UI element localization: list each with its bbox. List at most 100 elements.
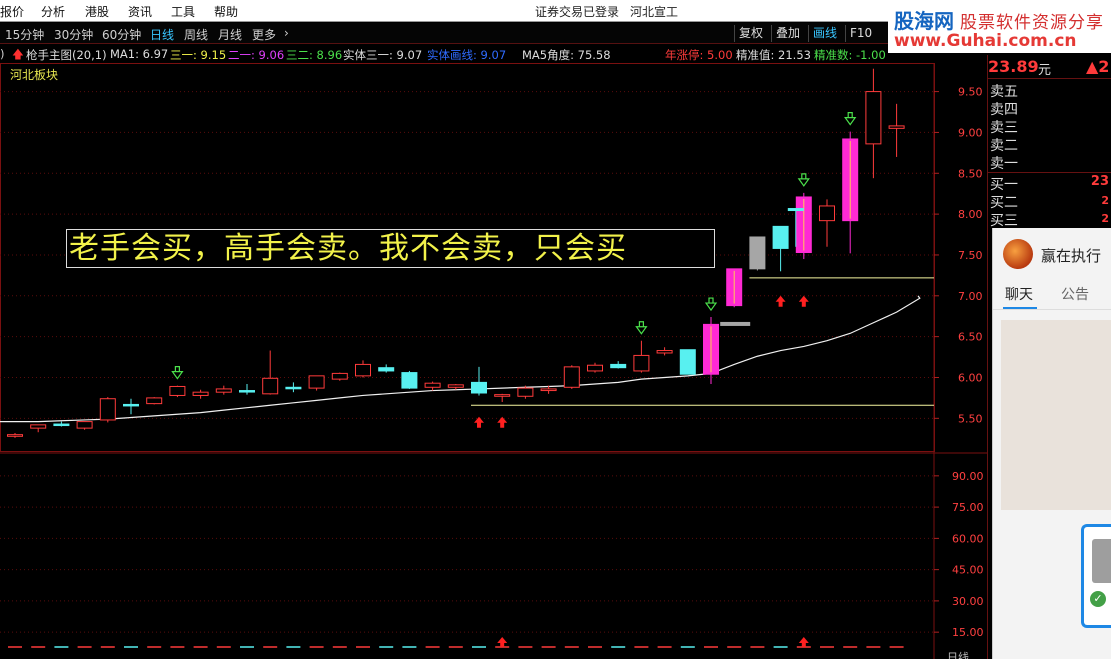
candle: [726, 268, 743, 308]
candle: [192, 389, 209, 399]
candle: [471, 366, 487, 396]
san-er-value: 三二: 8.96: [286, 48, 343, 62]
buy-signal-arrow: [798, 295, 809, 307]
candle-body: [331, 372, 348, 380]
candle: [215, 385, 232, 395]
overlay-button[interactable]: 叠加: [771, 25, 804, 42]
chat-message-area[interactable]: [1001, 320, 1111, 510]
period-30min[interactable]: 30分钟: [54, 26, 93, 43]
price-tick-label: 5.50: [958, 412, 983, 425]
candle: [169, 385, 186, 398]
candle: [424, 381, 441, 391]
adjust-price-button[interactable]: 复权: [734, 25, 767, 42]
er-yi-value: 二一: 9.06: [228, 48, 285, 62]
price-tick-label: 6.50: [958, 331, 983, 344]
sell-signal-arrow: [797, 173, 810, 187]
support-lines: [471, 277, 934, 406]
candle: [494, 393, 511, 402]
accuracy-value: 精准值: 21.53: [736, 48, 811, 62]
chat-avatar: [1003, 239, 1033, 269]
indicator-tick-label: 45.00: [952, 564, 984, 577]
period-15min[interactable]: 15分钟: [5, 26, 44, 43]
menu-tools[interactable]: 工具: [171, 3, 195, 20]
candle-body: [169, 385, 186, 396]
orderbook-divider: [988, 172, 1111, 173]
candle-body: [679, 349, 696, 375]
price-axis: 9.50 9.00 8.50 8.00 7.50 7.00 6.50 6.00 5.50: [934, 86, 983, 425]
watermark-url: www.Guhai.com.cn: [894, 31, 1077, 51]
chat-input-field[interactable]: [1092, 539, 1111, 583]
tab-chat[interactable]: 聊天: [1005, 284, 1033, 304]
candle: [53, 421, 70, 427]
period-daily[interactable]: 日线: [150, 26, 174, 43]
watermark-slogan: 股票软件资源分享: [960, 13, 1104, 33]
candle-body: [471, 381, 487, 394]
candle-body: [610, 363, 627, 369]
menu-news[interactable]: 资讯: [128, 3, 152, 20]
indicator-buy-arrow: [497, 637, 508, 647]
candle: [703, 317, 719, 385]
orderbook-sell-3: 卖三: [990, 120, 1018, 136]
chat-header: 赢在执行: [993, 228, 1111, 280]
menu-analysis[interactable]: 分析: [41, 3, 65, 20]
chart-grid: [0, 63, 990, 659]
candle-body: [656, 350, 673, 354]
menu-quote[interactable]: 报价: [0, 3, 24, 20]
indicator-name[interactable]: 枪手主图(20,1): [26, 47, 107, 63]
menu-hk-stocks[interactable]: 港股: [85, 3, 109, 20]
base-marker: [720, 321, 751, 326]
candle-body: [563, 366, 580, 388]
buy-signal-arrow: [497, 416, 508, 428]
chevron-right-icon[interactable]: ›: [284, 26, 289, 40]
orderbook-buy-1: 买一: [990, 177, 1018, 193]
candle: [123, 398, 139, 415]
candle-body: [215, 388, 232, 393]
candle: [517, 385, 534, 399]
draw-line-button[interactable]: 画线: [808, 25, 841, 42]
candle: [447, 384, 464, 390]
menu-help[interactable]: 帮助: [214, 3, 238, 20]
candle-body: [192, 391, 209, 396]
price-tick-label: 9.00: [958, 126, 983, 139]
candle: [355, 360, 371, 378]
current-price: 23.89: [988, 57, 1039, 76]
tab-notice[interactable]: 公告: [1061, 284, 1089, 304]
orderbook-buy-1-price: 23: [1090, 174, 1109, 189]
ma-line: [0, 295, 921, 423]
shiti-lines-value: 实体画线: 9.07: [427, 48, 507, 62]
sell-signal-arrow: [704, 297, 718, 312]
candle: [308, 375, 325, 391]
candle: [819, 199, 835, 247]
candle-body: [424, 382, 441, 388]
candle-body: [517, 387, 534, 397]
candle-body: [285, 386, 302, 390]
candle: [378, 364, 395, 373]
signals-layer: [171, 112, 857, 647]
candle-body: [123, 403, 139, 407]
price-tick-label: 9.50: [958, 86, 983, 99]
tab-active-indicator: [1003, 307, 1037, 309]
chat-input-box[interactable]: ✓: [1081, 524, 1111, 628]
candle: [633, 340, 650, 373]
candle: [610, 361, 627, 369]
ma1-value: MA1: 6.97: [110, 47, 169, 61]
candle: [888, 103, 905, 157]
candle-body: [587, 364, 603, 372]
orderbook-sell-1: 卖一: [990, 156, 1018, 172]
period-weekly[interactable]: 周线: [184, 26, 208, 43]
candle: [587, 362, 603, 373]
watermark-logo: 股海网 股票软件资源分享 www.Guhai.com.cn: [888, 0, 1111, 53]
chat-panel: 赢在执行 聊天 公告 ✓: [992, 228, 1111, 659]
candle-body: [540, 388, 557, 392]
candle-body: [772, 225, 789, 249]
period-monthly[interactable]: 月线: [218, 26, 242, 43]
accuracy-count: 精准数: -1.00: [814, 48, 886, 62]
candle-body: [30, 424, 47, 429]
period-60min[interactable]: 60分钟: [102, 26, 141, 43]
f10-button[interactable]: F10: [845, 25, 876, 42]
kline-chart[interactable]: 9.50 9.00 8.50 8.00 7.50 7.00 6.50 6.00 5.50 90.…: [0, 63, 990, 659]
candle-body: [633, 354, 650, 372]
period-more[interactable]: 更多: [252, 26, 276, 43]
check-icon[interactable]: ✓: [1090, 591, 1106, 607]
candle: [7, 433, 23, 438]
